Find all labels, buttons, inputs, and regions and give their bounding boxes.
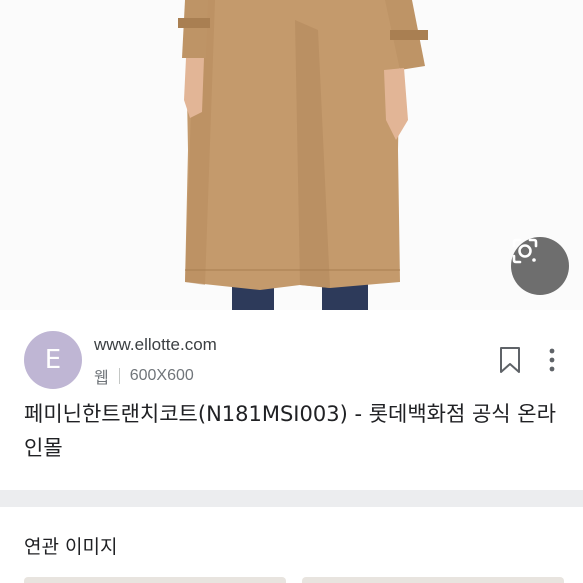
image-dimensions: 600X600 <box>129 367 194 384</box>
source-info[interactable]: E www.ellotte.com 웹 600X600 <box>24 331 564 391</box>
related-thumbnails <box>24 577 564 583</box>
related-thumbnail[interactable] <box>24 577 286 583</box>
meta-separator <box>118 368 120 384</box>
section-divider <box>0 490 583 507</box>
product-image[interactable] <box>0 0 583 310</box>
bookmark-icon[interactable] <box>498 345 522 375</box>
related-images-heading: 연관 이미지 <box>24 536 118 558</box>
more-vert-icon[interactable] <box>542 345 562 375</box>
result-type: 웹 <box>94 370 109 387</box>
related-thumbnail[interactable] <box>302 577 564 583</box>
source-avatar: E <box>24 331 82 389</box>
coat-photo <box>178 0 428 310</box>
source-domain[interactable]: www.ellotte.com <box>94 335 217 355</box>
result-title[interactable]: 페미닌한트랜치코트(N181MSI003) - 롯데백화점 공식 온라인몰 <box>24 397 564 465</box>
source-meta: 웹 600X600 <box>94 364 194 388</box>
lens-search-button[interactable] <box>511 237 569 295</box>
lens-search-icon <box>512 238 538 264</box>
